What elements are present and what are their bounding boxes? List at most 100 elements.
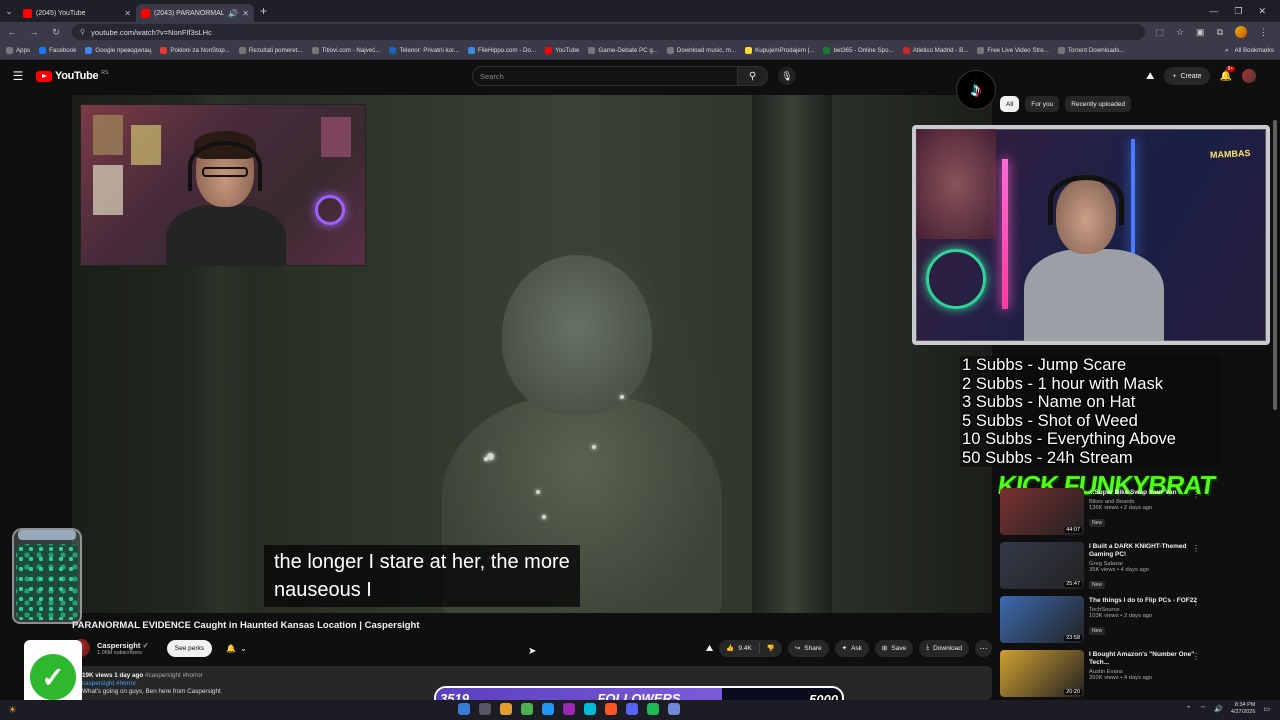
bookmark-item[interactable]: YouTube: [545, 47, 579, 54]
close-tab-icon[interactable]: ✕: [124, 9, 131, 18]
notification-center-icon[interactable]: ▭: [1263, 705, 1270, 713]
minimize-icon[interactable]: —: [1209, 6, 1218, 17]
browser-tab-youtube[interactable]: (2045) YouTube ✕: [18, 4, 136, 22]
cast-icon[interactable]: ⛰: [1146, 71, 1154, 82]
bookmark-item[interactable]: Game-Debate PC g...: [588, 47, 658, 54]
download-button[interactable]: ⤓ Download: [919, 639, 969, 657]
bookmark-item[interactable]: FileHippo.com - Do...: [467, 47, 536, 54]
app-icon[interactable]: [563, 703, 575, 715]
sidepanel-icon[interactable]: ⧉: [1217, 27, 1223, 38]
profile-avatar[interactable]: [1235, 26, 1247, 38]
ask-button[interactable]: ✦ Ask: [834, 639, 869, 657]
app-icon[interactable]: [605, 703, 617, 715]
clock[interactable]: 8:34 PM 4/27/2026: [1231, 702, 1255, 716]
tab-title: (2043) PARANORMAL EVIDE: [154, 9, 225, 17]
browser-tab-video[interactable]: (2043) PARANORMAL EVIDE 🔊 ✕: [136, 4, 254, 22]
volume-icon[interactable]: 🔊: [1214, 705, 1223, 713]
all-bookmarks-link[interactable]: All Bookmarks: [1234, 47, 1274, 54]
thumbs-down-icon[interactable]: 👎: [767, 644, 775, 652]
file-explorer-icon[interactable]: [500, 703, 512, 715]
app-icon[interactable]: [542, 703, 554, 715]
recommendation-item[interactable]: 20:20 I Bought Amazon's "Number One" Tech…: [1000, 650, 1210, 704]
bookmark-item[interactable]: Facebook: [39, 47, 76, 54]
youtube-favicon-icon: [141, 8, 150, 18]
bookmark-item[interactable]: Titlovi.com - Najveć...: [311, 47, 380, 54]
more-options-icon[interactable]: ⋮: [1192, 490, 1200, 499]
more-options-icon[interactable]: ⋮: [1192, 598, 1200, 607]
video-thumbnail[interactable]: 44:07: [1000, 488, 1084, 535]
like-button[interactable]: 👍 9.4K 👎: [719, 639, 782, 657]
voice-search-icon[interactable]: 🎙: [778, 67, 796, 85]
see-perks-button[interactable]: See perks: [166, 639, 213, 657]
chevron-right-icon[interactable]: »: [1225, 47, 1228, 54]
speaker-icon[interactable]: 🔊: [228, 9, 238, 18]
site-info-icon[interactable]: ⚲: [80, 28, 85, 36]
recommendation-item[interactable]: 25:47 I Built a DARK KNIGHT-Themed Gaming…: [1000, 542, 1210, 596]
video-sparkle: [542, 515, 546, 519]
spotify-icon[interactable]: [647, 703, 659, 715]
new-tab-button[interactable]: +: [254, 4, 273, 18]
browser-menu-icon[interactable]: ⋮: [1259, 27, 1268, 38]
youtube-logo[interactable]: YouTube RS: [36, 70, 108, 82]
bookmark-star-icon[interactable]: ☆: [1176, 27, 1184, 38]
channel-name[interactable]: Caspersight ✓: [97, 641, 149, 650]
discord-icon[interactable]: [626, 703, 638, 715]
bookmark-item[interactable]: Atletico Madrid - B...: [902, 47, 968, 54]
chip-all[interactable]: All: [1000, 96, 1020, 112]
bookmark-item[interactable]: KupujemProdajem |...: [745, 47, 814, 54]
mouse-cursor-icon: ➤: [528, 646, 537, 657]
search-icon[interactable]: ⚲: [737, 67, 767, 85]
maximize-icon[interactable]: ❐: [1234, 6, 1242, 17]
wifi-icon[interactable]: ⌔: [1200, 705, 1207, 714]
notifications-icon[interactable]: 🔔 9+: [1220, 65, 1236, 82]
alert-icon[interactable]: ⛰: [706, 643, 714, 654]
more-actions-icon[interactable]: ⋯: [975, 639, 992, 657]
extensions-icon[interactable]: ▣: [1196, 27, 1205, 38]
reload-icon[interactable]: ↻: [50, 27, 62, 38]
video-thumbnail[interactable]: 23:58: [1000, 596, 1084, 643]
more-options-icon[interactable]: ⋮: [1192, 544, 1200, 553]
chevron-up-icon[interactable]: ⌃: [1186, 705, 1192, 713]
account-avatar[interactable]: [1242, 69, 1256, 83]
bookmark-item[interactable]: Download music, m...: [666, 47, 736, 54]
bookmark-item[interactable]: Telenor: Privatni kor...: [389, 47, 459, 54]
search-input[interactable]: Search: [473, 72, 737, 81]
video-thumbnail[interactable]: 20:20: [1000, 650, 1084, 697]
app-icon[interactable]: [584, 703, 596, 715]
video-thumbnail[interactable]: 25:47: [1000, 542, 1084, 589]
weather-icon[interactable]: ☀: [8, 705, 17, 716]
bookmark-item[interactable]: bet365 - Online Spo...: [823, 47, 894, 54]
close-window-icon[interactable]: ✕: [1258, 6, 1266, 17]
recommendation-item[interactable]: 23:58 The things I do to Flip PCs - FOF22…: [1000, 596, 1210, 650]
bookmark-item[interactable]: Torrent Downloads...: [1057, 47, 1125, 54]
windows-start-icon[interactable]: [458, 703, 470, 715]
bookmark-item[interactable]: Pokloni za NonStop...: [160, 47, 230, 54]
bookmark-item[interactable]: Rezultati pomeret...: [238, 47, 303, 54]
save-button[interactable]: ⊞ Save: [874, 639, 914, 657]
recommendation-views: 392K views • 4 days ago: [1089, 675, 1153, 681]
chip-recently-uploaded[interactable]: Recently uploaded: [1065, 96, 1132, 112]
share-button[interactable]: ↪ Share: [787, 639, 829, 657]
recommendation-views: 136K views • 2 days ago: [1089, 505, 1153, 511]
recommendation-item[interactable]: 44:07 ...Super Bike Swap Your Van Bikes an…: [1000, 488, 1210, 542]
subscription-bell-button[interactable]: 🔔 ⌄: [220, 640, 253, 657]
bookmark-item[interactable]: Google преводилац: [85, 47, 151, 54]
page-scrollbar[interactable]: [1273, 120, 1277, 410]
forward-icon[interactable]: →: [28, 27, 40, 37]
bookmark-item[interactable]: Free Live Video Stre...: [977, 47, 1049, 54]
install-icon[interactable]: ⬚: [1155, 27, 1164, 38]
bookmark-apps[interactable]: Apps: [6, 47, 30, 54]
url-field[interactable]: ⚲ youtube.com/watch?v=NonFIf3sLHc: [72, 24, 1146, 40]
divider: [758, 642, 760, 654]
search-icon[interactable]: [479, 703, 491, 715]
more-options-icon[interactable]: ⋮: [1192, 652, 1200, 661]
chrome-icon[interactable]: [521, 703, 533, 715]
create-button[interactable]: + Create: [1164, 67, 1210, 85]
tab-search-icon[interactable]: ⌄: [0, 0, 18, 22]
menu-icon[interactable]: ☰: [0, 69, 36, 83]
chip-for-you[interactable]: For you: [1025, 96, 1060, 112]
close-tab-icon[interactable]: ✕: [242, 9, 249, 18]
back-icon[interactable]: ←: [6, 27, 18, 37]
new-badge: New: [1089, 519, 1106, 527]
app-icon[interactable]: [668, 703, 680, 715]
